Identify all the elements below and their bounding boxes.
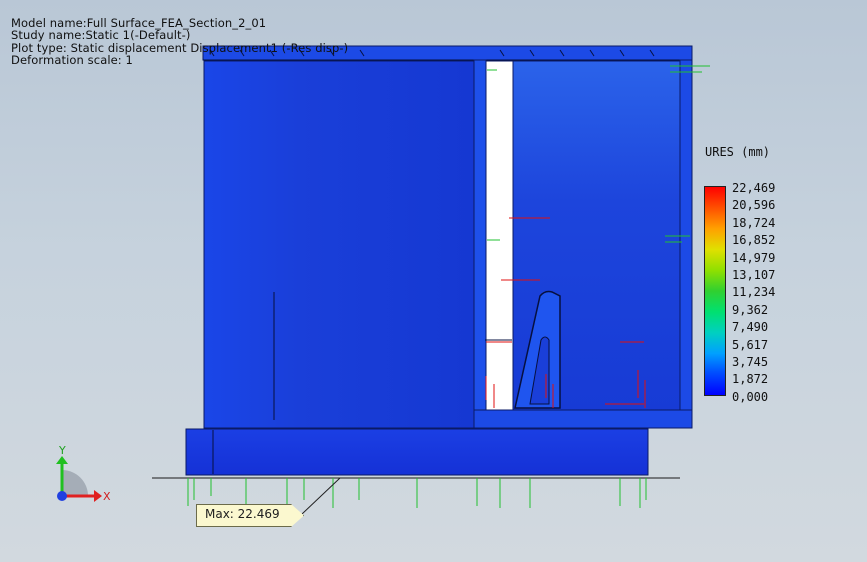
deformation-scale: Deformation scale: 1 — [11, 53, 133, 68]
legend-value: 11,234 — [732, 285, 776, 300]
right-bottom-beam — [473, 409, 693, 429]
triad-plane — [62, 470, 88, 496]
base-plate — [185, 428, 649, 476]
legend-value: 22,469 — [732, 181, 776, 195]
fea-model[interactable] — [152, 45, 693, 479]
legend-value: 5,617 — [732, 337, 769, 352]
legend-value: 1,872 — [732, 372, 769, 387]
right-frame-outer — [679, 59, 693, 429]
triad-x-label: X — [103, 490, 111, 503]
max-callout-leader — [301, 477, 341, 515]
legend-value: 0,000 — [732, 389, 769, 404]
left-panel — [203, 60, 475, 429]
legend-labels: 22,469 20,596 18,724 16,852 14,979 13,10… — [732, 180, 775, 406]
triad-x-arrow — [94, 490, 102, 502]
triad-z-axis — [57, 491, 67, 501]
legend-value: 20,596 — [732, 198, 776, 213]
legend-value: 3,745 — [732, 354, 769, 369]
triad-y-label: Y — [58, 444, 66, 457]
triad-y-arrow — [56, 456, 68, 464]
coordinate-triad[interactable]: Y X — [56, 444, 111, 503]
legend-title: URES (mm) — [705, 145, 771, 159]
legend-color-bar[interactable] — [704, 186, 726, 396]
legend-value: 13,107 — [732, 267, 776, 282]
plot-info: Model name:Full Surface_FEA_Section_2_01… — [11, 17, 348, 67]
legend-value: 9,362 — [732, 302, 769, 317]
gap — [485, 60, 514, 411]
centre-post — [473, 59, 487, 425]
legend-value: 7,490 — [732, 320, 769, 335]
legend-value: 14,979 — [732, 250, 776, 265]
max-callout-label: Max: 22.469 — [205, 507, 280, 521]
legend-value: 18,724 — [732, 215, 776, 230]
legend-value: 16,852 — [732, 233, 776, 248]
study-name: Study name:Static 1(-Default-) — [11, 28, 191, 43]
